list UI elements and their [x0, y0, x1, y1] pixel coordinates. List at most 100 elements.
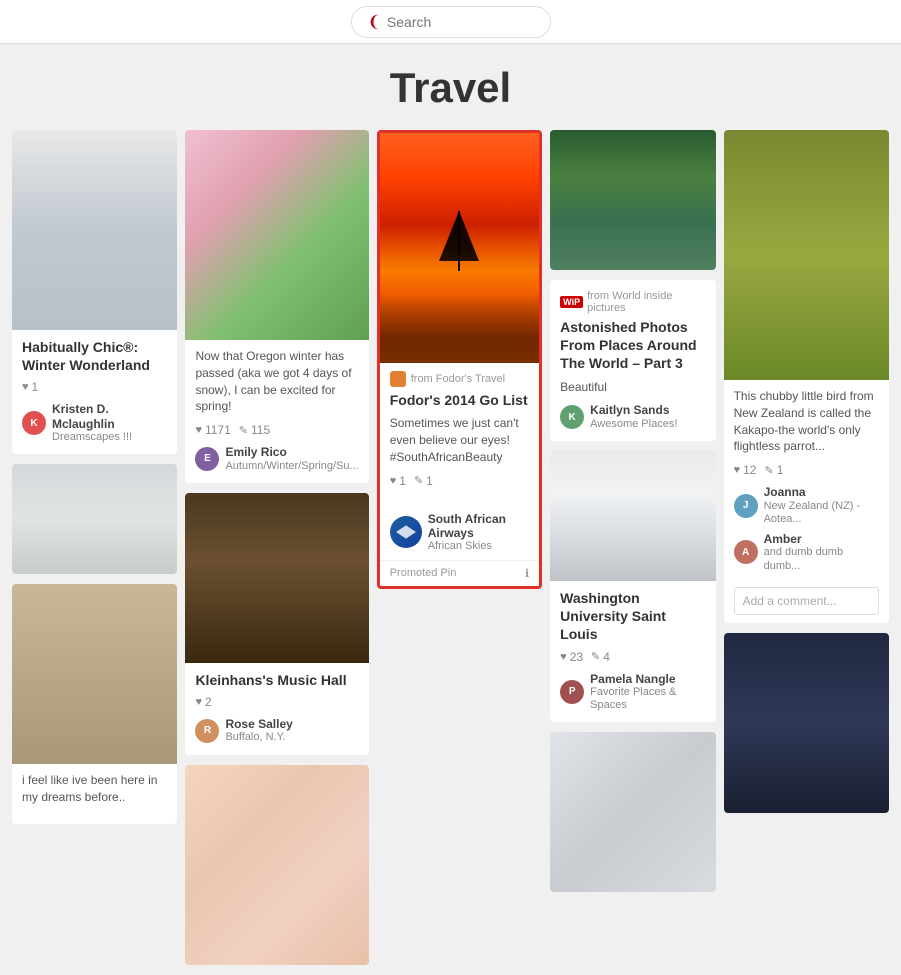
like-stat: ♥ 1 — [22, 380, 38, 394]
pin-card[interactable]: WiP from World inside pictures Astonishe… — [550, 280, 715, 441]
page-title-section: Travel — [0, 44, 901, 130]
pin-title: Habitually Chic®: Winter Wonderland — [22, 338, 167, 374]
pinner-name: Rose Salley — [225, 717, 292, 731]
pin-stats: ♥ 1 ✎ 1 — [390, 474, 529, 488]
pin-title: Astonished Photos From Places Around The… — [560, 318, 705, 373]
like-count: 1 — [399, 474, 406, 488]
pinner-name: Pamela Nangle — [590, 672, 705, 686]
search-bar[interactable]: ❨ — [351, 6, 551, 38]
pin-image-winter — [12, 130, 177, 330]
like-count: 12 — [743, 463, 756, 477]
comment-count: 1 — [777, 463, 784, 477]
pinner-name: Joanna — [764, 485, 879, 499]
pin-image-concert — [185, 493, 368, 663]
like-stat: ♥ 1 — [390, 474, 406, 488]
pin-image-sunset — [380, 133, 539, 363]
comment-icon: ✎ — [591, 650, 600, 663]
pinner-info: Kaitlyn Sands Awesome Places! — [590, 403, 677, 431]
airline-logo-icon — [396, 525, 416, 539]
heart-icon: ♥ — [195, 696, 202, 708]
pin-stats: ♥ 23 ✎ 4 — [560, 650, 705, 664]
pin-card[interactable]: Habitually Chic®: Winter Wonderland ♥ 1 … — [12, 130, 177, 454]
pin-card[interactable]: Kleinhans's Music Hall ♥ 2 R Rose Salley… — [185, 493, 368, 755]
pin-stats: ♥ 1171 ✎ 115 — [195, 423, 358, 437]
like-count: 2 — [205, 695, 212, 709]
pin-card[interactable]: Washington University Saint Louis ♥ 23 ✎… — [550, 451, 715, 722]
pin-image-snowy — [550, 451, 715, 581]
heart-icon: ♥ — [22, 381, 29, 393]
comment-count: 1 — [426, 474, 433, 488]
masonry-grid: Habitually Chic®: Winter Wonderland ♥ 1 … — [0, 130, 901, 975]
pin-card[interactable]: i feel like ive been here in my dreams b… — [12, 584, 177, 824]
tree-silhouette — [458, 211, 460, 271]
pinner-sub: New Zealand (NZ) - Aotea... — [764, 500, 879, 526]
avatar: K — [560, 405, 584, 429]
comment-count: 4 — [603, 650, 610, 664]
pin-image-tulips — [185, 130, 368, 340]
pin-card[interactable] — [550, 130, 715, 270]
pin-card[interactable] — [12, 464, 177, 574]
tree-top — [439, 211, 479, 261]
avatar: A — [734, 540, 758, 564]
column-5: This chubby little bird from New Zealand… — [720, 130, 893, 975]
pinner-sub: Awesome Places! — [590, 418, 677, 431]
like-stat: ♥ 2 — [195, 695, 211, 709]
avatar: E — [195, 447, 219, 471]
advertiser-row: South African Airways African Skies — [380, 506, 539, 560]
source-thumb — [390, 371, 406, 387]
pin-image-parrot — [724, 130, 889, 380]
page-title: Travel — [0, 64, 901, 112]
avatar: P — [560, 680, 584, 704]
pinner-info: Pamela Nangle Favorite Places & Spaces — [590, 672, 705, 713]
pin-pinner-amber: A Amber and dumb dumb dumb... — [734, 532, 879, 573]
heart-icon: ♥ — [560, 651, 567, 663]
avatar: K — [22, 411, 46, 435]
pin-image-stormy — [724, 633, 889, 813]
column-3: from Fodor's Travel Fodor's 2014 Go List… — [373, 130, 546, 975]
like-stat: ♥ 23 — [560, 650, 583, 664]
pinner-info: Kristen D. Mclaughlin Dreamscapes !!! — [52, 402, 167, 444]
like-stat: ♥ 1171 — [195, 423, 230, 437]
pin-card-highlighted[interactable]: from Fodor's Travel Fodor's 2014 Go List… — [377, 130, 542, 589]
comment-input[interactable]: Add a comment... — [734, 587, 879, 615]
avatar: J — [734, 494, 758, 518]
pin-pinner: E Emily Rico Autumn/Winter/Spring/Su... — [195, 445, 358, 473]
pin-stats: ♥ 1 — [22, 380, 167, 394]
column-4: WiP from World inside pictures Astonishe… — [546, 130, 719, 975]
pin-pinner: K Kaitlyn Sands Awesome Places! — [560, 403, 705, 431]
pinterest-icon: ❨ — [368, 12, 381, 32]
pin-card[interactable] — [724, 633, 889, 813]
like-count: 1171 — [205, 423, 231, 437]
pin-desc: Beautiful — [560, 379, 705, 396]
pin-desc: i feel like ive been here in my dreams b… — [22, 772, 167, 806]
pin-image-building — [12, 584, 177, 764]
pin-card[interactable]: This chubby little bird from New Zealand… — [724, 130, 889, 623]
search-input[interactable] — [387, 14, 527, 30]
pin-pinner: R Rose Salley Buffalo, N.Y. — [195, 717, 358, 745]
pin-stats: ♥ 2 — [195, 695, 358, 709]
wip-badge: WiP — [560, 296, 583, 308]
like-count: 23 — [570, 650, 583, 664]
advertiser-info: South African Airways African Skies — [428, 512, 529, 552]
heart-icon: ♥ — [734, 464, 741, 476]
pin-pinner: K Kristen D. Mclaughlin Dreamscapes !!! — [22, 402, 167, 444]
pin-image-shells — [185, 765, 368, 965]
pinner-info: Amber and dumb dumb dumb... — [764, 532, 879, 573]
pin-desc: This chubby little bird from New Zealand… — [734, 388, 879, 455]
pinner-sub: Favorite Places & Spaces — [590, 686, 705, 712]
pin-card[interactable] — [550, 732, 715, 892]
promoted-row: Promoted Pin ℹ — [380, 560, 539, 586]
pinner-sub: Autumn/Winter/Spring/Su... — [225, 460, 358, 473]
comment-icon: ✎ — [239, 424, 248, 437]
source-text: from World inside pictures — [587, 290, 706, 314]
avatar: R — [195, 719, 219, 743]
pin-card[interactable]: Now that Oregon winter has passed (aka w… — [185, 130, 368, 483]
pin-card[interactable] — [185, 765, 368, 965]
pin-stats: ♥ 12 ✎ 1 — [734, 463, 879, 477]
pin-source-row: WiP from World inside pictures — [560, 290, 705, 314]
pinner-name: Kristen D. Mclaughlin — [52, 402, 167, 431]
pinner-info: Joanna New Zealand (NZ) - Aotea... — [764, 485, 879, 526]
pinner-sub: Dreamscapes !!! — [52, 431, 167, 444]
pin-source-row: from Fodor's Travel — [390, 371, 529, 387]
pin-desc: Sometimes we just can't even believe our… — [390, 415, 529, 465]
